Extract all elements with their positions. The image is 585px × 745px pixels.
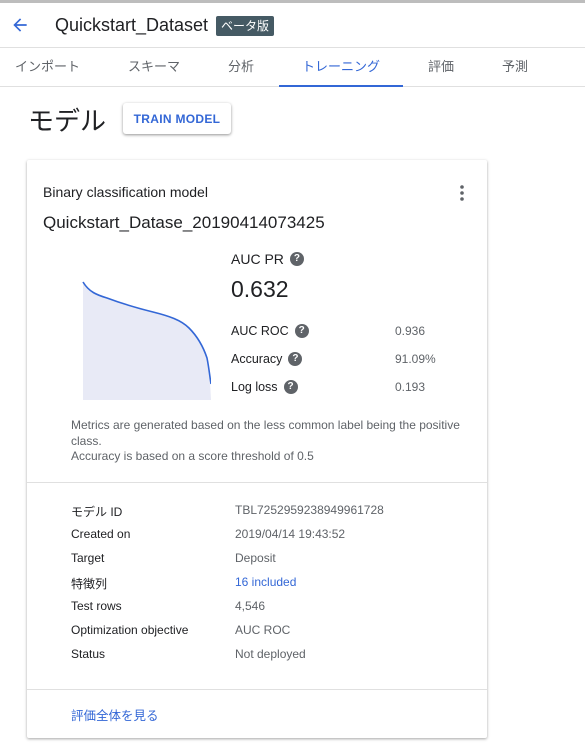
detail-label: Status	[71, 647, 106, 661]
detail-label: 特徴列	[71, 577, 108, 591]
metric-label-text: AUC ROC	[231, 324, 289, 338]
dataset-title: Quickstart_Dataset	[55, 15, 209, 35]
detail-row: 特徴列 16 included	[71, 575, 471, 593]
metric-value: 0.193	[395, 380, 426, 394]
arrow-back-icon	[13, 18, 27, 32]
metric-row: AUC ROC ? 0.936	[231, 324, 461, 342]
metric-value: 0.936	[395, 324, 426, 338]
more-vert-icon	[460, 185, 464, 201]
metric-label: Log loss ?	[231, 380, 298, 394]
detail-row: Test rows 4,546	[71, 599, 471, 617]
metrics-note-line: Metrics are generated based on the less …	[71, 418, 460, 448]
metric-label-text: Accuracy	[231, 352, 283, 366]
divider	[27, 482, 487, 483]
model-type-label: Binary classification model	[43, 184, 208, 200]
detail-label: Created on	[71, 527, 131, 541]
detail-label: Target	[71, 551, 105, 565]
detail-value: TBL7252959238949961728	[235, 503, 384, 517]
app-header: Quickstart_Dataset ベータ版	[0, 3, 585, 47]
help-icon[interactable]: ?	[288, 352, 303, 366]
tab-evaluate[interactable]: 評価	[405, 48, 477, 86]
detail-value: 4,546	[235, 599, 266, 613]
detail-value: AUC ROC	[235, 623, 291, 637]
model-card: Binary classification model Quickstart_D…	[27, 160, 487, 738]
features-included-link[interactable]: 16 included	[235, 575, 296, 589]
detail-value: Not deployed	[235, 647, 306, 661]
metric-label: AUC ROC ?	[231, 324, 309, 338]
tab-bar: インポート スキーマ 分析 トレーニング 評価 予測	[0, 47, 585, 87]
precision-recall-curve	[82, 281, 211, 400]
detail-row: Status Not deployed	[71, 647, 471, 665]
model-name: Quickstart_Datase_20190414073425	[43, 213, 325, 232]
divider	[27, 689, 487, 690]
see-full-evaluation-link[interactable]: 評価全体を見る	[71, 705, 159, 724]
tab-train[interactable]: トレーニング	[279, 48, 403, 87]
tab-predict[interactable]: 予測	[477, 48, 553, 86]
page-title: モデル	[28, 106, 107, 136]
metrics-note: Metrics are generated based on the less …	[71, 418, 471, 465]
help-icon[interactable]: ?	[294, 324, 309, 338]
pr-curve-area	[83, 282, 211, 400]
detail-label: モデル ID	[71, 505, 123, 519]
tab-analyze[interactable]: 分析	[205, 48, 277, 86]
back-button[interactable]	[8, 13, 32, 37]
auc-pr-value: 0.632	[231, 276, 289, 302]
train-model-button[interactable]: TRAIN MODEL	[123, 103, 231, 134]
metric-row: Log loss ? 0.193	[231, 380, 461, 398]
metric-row: Accuracy ? 91.09%	[231, 352, 461, 370]
card-menu-button[interactable]	[453, 182, 471, 204]
tab-schema[interactable]: スキーマ	[103, 48, 205, 86]
beta-badge: ベータ版	[216, 16, 275, 36]
help-icon[interactable]: ?	[289, 252, 304, 266]
tab-import[interactable]: インポート	[0, 48, 95, 86]
auc-pr-label: AUC PR ?	[231, 251, 304, 267]
metric-label-text: Log loss	[231, 380, 278, 394]
detail-value: 2019/04/14 19:43:52	[235, 527, 346, 541]
detail-row: Target Deposit	[71, 551, 471, 569]
detail-label: Test rows	[71, 599, 122, 613]
metrics-note-line: Accuracy is based on a score threshold o…	[71, 449, 314, 463]
detail-value: Deposit	[235, 551, 276, 565]
metric-label: Accuracy ?	[231, 352, 303, 366]
help-icon[interactable]: ?	[283, 380, 298, 394]
detail-row: Created on 2019/04/14 19:43:52	[71, 527, 471, 545]
auc-pr-label-text: AUC PR	[231, 251, 284, 267]
detail-label: Optimization objective	[71, 623, 189, 637]
detail-row: モデル ID TBL7252959238949961728	[71, 503, 471, 521]
detail-row: Optimization objective AUC ROC	[71, 623, 471, 641]
metric-value: 91.09%	[395, 352, 436, 366]
